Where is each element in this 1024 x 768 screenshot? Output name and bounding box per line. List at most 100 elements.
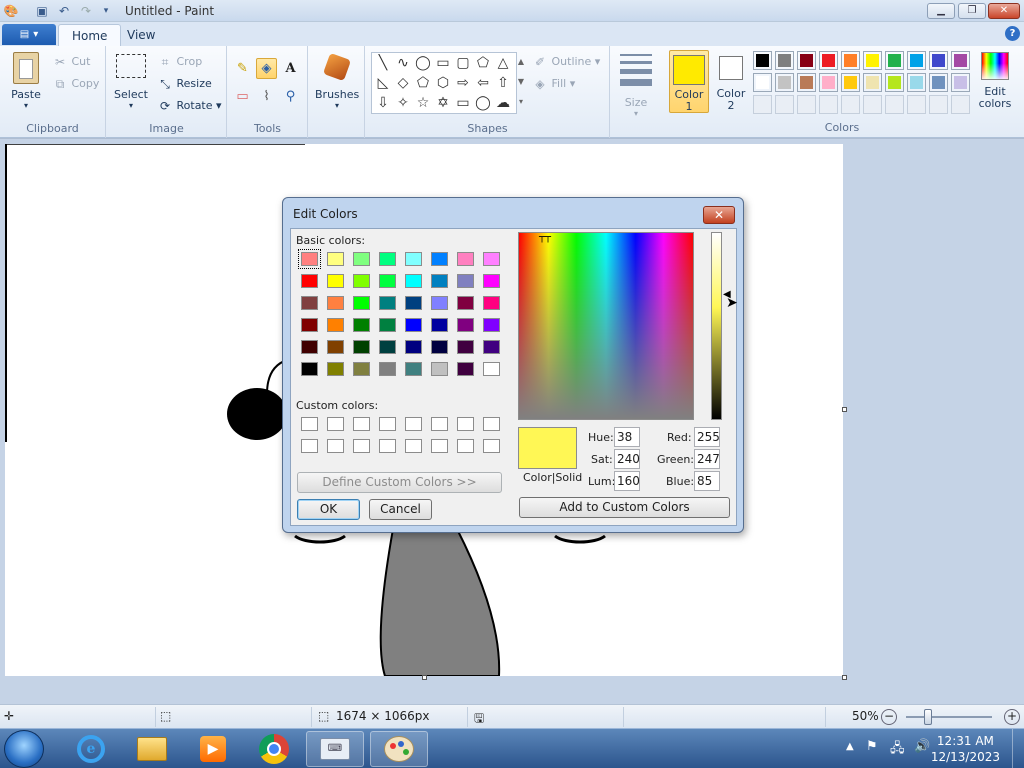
red-input[interactable]: 255 [694,427,720,447]
up-arrow-shape-icon[interactable]: ⇧ [494,74,512,92]
green-input[interactable]: 247 [694,449,720,469]
custom-color-swatch[interactable] [327,417,344,431]
rotate-button[interactable]: ⟳ Rotate ▾ [157,98,222,114]
define-custom-colors-button[interactable]: Define Custom Colors >> [297,472,502,493]
restore-button[interactable]: ❐ [958,3,986,19]
resize-button[interactable]: ⤡ Resize [157,76,212,92]
lum-input[interactable]: 160 [614,471,640,491]
close-button[interactable]: ✕ [988,3,1020,19]
custom-color-swatch[interactable] [483,417,500,431]
palette-empty-swatch[interactable] [907,95,926,114]
media-player-icon[interactable]: ▶ [184,731,242,767]
show-desktop-button[interactable] [1012,729,1024,768]
rectangle-shape-icon[interactable]: ▭ [434,54,452,72]
zoom-slider-track[interactable] [906,716,992,718]
diamond-shape-icon[interactable]: ◇ [394,74,412,92]
custom-color-swatch[interactable] [431,439,448,453]
palette-swatch[interactable] [775,51,794,70]
polygon-shape-icon[interactable]: ⬠ [474,54,492,72]
palette-swatch[interactable] [819,73,838,92]
triangle-shape-icon[interactable]: △ [494,54,512,72]
custom-color-swatch[interactable] [431,417,448,431]
five-point-star-icon[interactable]: ☆ [414,94,432,112]
palette-swatch[interactable] [907,73,926,92]
palette-swatch[interactable] [841,73,860,92]
redo-icon[interactable]: ↷ [78,3,94,19]
file-explorer-icon[interactable] [123,731,181,767]
palette-swatch[interactable] [841,51,860,70]
palette-swatch[interactable] [753,73,772,92]
palette-swatch[interactable] [797,51,816,70]
six-point-star-icon[interactable]: ✡ [434,94,452,112]
palette-swatch[interactable] [929,73,948,92]
keyboard-app-icon[interactable]: ⌨ [306,731,364,767]
magnifier-icon[interactable]: ⚲ [280,86,301,107]
luminance-slider[interactable] [711,232,722,420]
custom-color-swatch[interactable] [457,439,474,453]
internet-explorer-icon[interactable]: e [62,731,120,767]
custom-color-swatch[interactable] [379,439,396,453]
customize-toolbar-icon[interactable]: ▾ [98,3,114,19]
palette-swatch[interactable] [819,51,838,70]
zoom-in-icon[interactable]: + [1004,709,1020,725]
palette-swatch[interactable] [863,51,882,70]
pentagon-shape-icon[interactable]: ⬠ [414,74,432,92]
palette-empty-swatch[interactable] [819,95,838,114]
copy-button[interactable]: ⧉ Copy [52,76,100,92]
undo-icon[interactable]: ↶ [56,3,72,19]
palette-swatch[interactable] [885,51,904,70]
select-button[interactable]: Select ▾ [113,54,149,110]
color1-button[interactable]: Color 1 [669,50,709,113]
rounded-rectangle-shape-icon[interactable]: ▢ [454,54,472,72]
help-icon[interactable]: ? [1005,26,1020,41]
resize-handle-corner[interactable] [842,675,847,680]
size-button[interactable]: Size ▾ [614,52,658,118]
oval-shape-icon[interactable]: ◯ [414,54,432,72]
palette-swatch[interactable] [775,73,794,92]
callout-cloud-icon[interactable]: ☁ [494,94,512,112]
pencil-icon[interactable]: ✎ [232,58,253,79]
custom-color-swatch[interactable] [327,439,344,453]
palette-empty-swatch[interactable] [951,95,970,114]
palette-swatch[interactable] [863,73,882,92]
custom-color-swatch[interactable] [379,417,396,431]
four-point-star-icon[interactable]: ✧ [394,94,412,112]
cancel-button[interactable]: Cancel [369,499,432,520]
brushes-button[interactable]: Brushes ▾ [315,52,359,110]
palette-swatch[interactable] [907,51,926,70]
zoom-slider-thumb[interactable] [924,709,932,725]
minimize-button[interactable]: ▁ [927,3,955,19]
custom-color-swatch[interactable] [405,417,422,431]
palette-empty-swatch[interactable] [797,95,816,114]
blue-input[interactable]: 85 [694,471,720,491]
custom-color-swatch[interactable] [405,439,422,453]
custom-color-swatch[interactable] [457,417,474,431]
eraser-icon[interactable]: ▭ [232,86,253,107]
shapes-scroll[interactable]: ▲ ▼ ▾ [516,52,526,114]
palette-swatch[interactable] [753,51,772,70]
callout-rectangle-icon[interactable]: ▭ [454,94,472,112]
chrome-icon[interactable] [245,731,303,767]
palette-empty-swatch[interactable] [841,95,860,114]
right-triangle-shape-icon[interactable]: ◺ [374,74,392,92]
ok-button[interactable]: OK [297,499,360,520]
palette-empty-swatch[interactable] [753,95,772,114]
file-menu-button[interactable]: ▤ ▾ [2,24,56,45]
text-tool-icon[interactable]: A [280,58,301,79]
color-picker-icon[interactable]: ⌇ [256,86,277,107]
palette-empty-swatch[interactable] [929,95,948,114]
action-center-flag-icon[interactable]: ⚑ [866,739,878,754]
custom-color-swatch[interactable] [301,417,318,431]
palette-swatch[interactable] [797,73,816,92]
paste-button[interactable]: Paste ▾ [6,52,46,110]
network-icon[interactable]: 🖧 [890,739,905,761]
tab-home[interactable]: Home [58,24,122,46]
resize-handle-bottom[interactable] [422,675,427,680]
custom-color-swatch[interactable] [301,439,318,453]
palette-empty-swatch[interactable] [775,95,794,114]
hue-input[interactable]: 38 [614,427,640,447]
paint-app-icon[interactable]: 🎨 [3,3,19,19]
save-icon[interactable]: ▣ [34,3,50,19]
custom-color-swatch[interactable] [483,439,500,453]
system-clock[interactable]: 12:31 AM 12/13/2023 [931,733,1000,765]
